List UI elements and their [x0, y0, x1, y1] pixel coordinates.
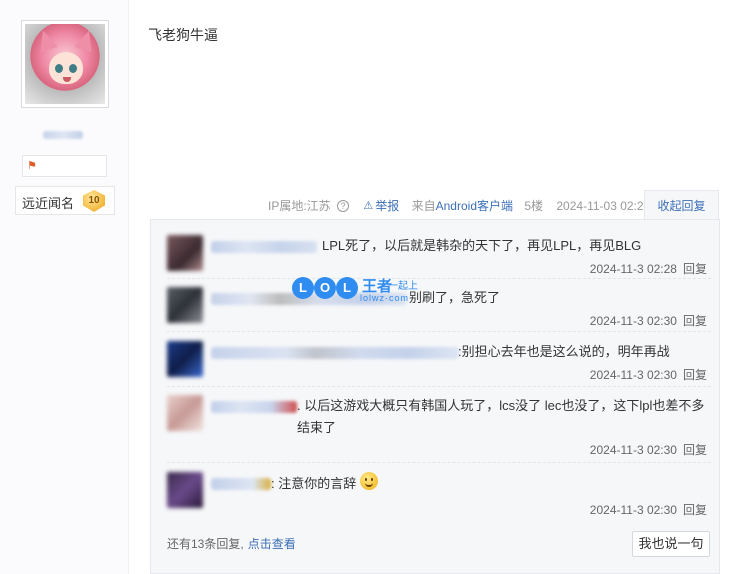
reply-time: 2024-11-3 02:30 — [589, 443, 677, 457]
reply-text: :别担心去年也是这么说的，明年再战 — [458, 344, 670, 359]
reply-text: LPL死了，以后就是韩杂的天下了，再见LPL，再见BLG — [322, 238, 642, 253]
anime-avatar-image — [25, 24, 105, 104]
watermark-letter: L — [336, 277, 358, 299]
smiley-emoji-icon — [360, 472, 379, 490]
user-avatar[interactable] — [167, 395, 203, 431]
ip-location: IP属地:江苏 — [268, 199, 331, 213]
floor-number: 5楼 — [524, 199, 544, 213]
divider — [167, 278, 711, 279]
list-item: . 以后这游戏大概只有韩国人玩了，lcs没了 lec也没了，这下lpl也差不多结… — [167, 395, 711, 458]
reply-time: 2024-11-3 02:28 — [589, 262, 677, 276]
reply-time: 2024-11-3 02:30 — [589, 368, 677, 382]
device-prefix: 来自 — [411, 199, 436, 213]
author-title: 远近闻名 — [22, 196, 75, 211]
user-name-blurred[interactable] — [211, 401, 297, 413]
user-avatar[interactable] — [167, 287, 203, 323]
reply-time: 2024-11-3 02:30 — [589, 314, 677, 328]
collapse-replies-button[interactable]: 收起回复 — [644, 190, 719, 220]
reply-button[interactable]: 回复 — [683, 503, 707, 517]
post-meta: IP属地:江苏 ? ⚠ 举报 来自Android客户端 5楼 2024-11-03… — [268, 197, 650, 214]
author-name-blurred[interactable] — [43, 131, 83, 139]
level-badge-icon: 10 — [83, 190, 105, 212]
reply-footer: 2024-11-3 02:28 回复 — [590, 260, 707, 277]
reply-text: . 以后这游戏大概只有韩国人玩了，lcs没了 lec也没了，这下lpl也差不多结… — [297, 398, 705, 435]
device-source: 来自Android客户端 — [412, 197, 513, 214]
author-title-box[interactable]: 远近闻名 10 — [15, 186, 115, 215]
reply-footer: 2024-11-3 02:30 回复 — [590, 441, 707, 458]
device-link[interactable]: Android客户端 — [436, 197, 513, 214]
watermark-letter: O — [314, 277, 336, 299]
author-column: ⚑ 远近闻名 10 — [0, 0, 129, 574]
post-floor: ⚑ 远近闻名 10 飞老狗牛逼 IP属地:江苏 ? ⚠ 举报 来自Android客… — [0, 0, 736, 574]
author-badge-box[interactable]: ⚑ — [22, 155, 107, 177]
list-item: LPL死了，以后就是韩杂的天下了，再见LPL，再见BLG 2024-11-3 0… — [167, 235, 711, 277]
user-avatar[interactable] — [167, 341, 203, 377]
game-badge-icon: ⚑ — [27, 160, 37, 172]
reply-button[interactable]: 回复 — [683, 443, 707, 457]
reply-button[interactable]: 回复 — [683, 368, 707, 382]
reply-text: : 注意你的言辞 — [271, 472, 379, 495]
post-time: 2024-11-03 02:27 — [556, 198, 651, 213]
watermark-url: lolwz·com — [360, 293, 410, 303]
report-link[interactable]: 举报 — [375, 197, 399, 214]
reply-panel: LPL死了，以后就是韩杂的天下了，再见LPL，再见BLG 2024-11-3 0… — [150, 219, 720, 574]
author-avatar[interactable] — [21, 20, 109, 108]
divider — [167, 462, 711, 463]
user-name-blurred[interactable] — [211, 241, 317, 253]
warning-icon: ⚠ — [363, 200, 374, 212]
list-item: :别担心去年也是这么说的，明年再战 2024-11-3 02:30 回复 — [167, 341, 711, 383]
see-more-link[interactable]: 点击查看 — [248, 537, 296, 551]
user-avatar[interactable] — [167, 235, 203, 271]
reply-button[interactable]: 回复 — [683, 262, 707, 276]
reply-time: 2024-11-3 02:30 — [589, 503, 677, 517]
user-avatar[interactable] — [167, 472, 203, 508]
watermark-logo: L O L 王者 一起上 lolwz·com — [292, 272, 432, 310]
more-replies: 还有13条回复, 点击查看 — [167, 535, 296, 552]
user-name-blurred[interactable] — [211, 478, 271, 490]
watermark-letter: L — [292, 277, 314, 299]
user-name-blurred[interactable] — [211, 347, 459, 359]
add-reply-button[interactable]: 我也说一句 — [632, 531, 710, 557]
help-icon[interactable]: ? — [337, 199, 350, 212]
divider — [167, 386, 711, 387]
reply-footer: 2024-11-3 02:30 回复 — [590, 501, 707, 518]
list-item: : 注意你的言辞 2024-11-3 02:30 回复 — [167, 472, 711, 518]
reply-text-content: : 注意你的言辞 — [271, 476, 357, 491]
list-item: 别刷了，急死了 2024-11-3 02:30 回复 — [167, 287, 711, 329]
more-replies-count: 还有13条回复, — [167, 537, 244, 551]
reply-button[interactable]: 回复 — [683, 314, 707, 328]
watermark-subtitle: 一起上 — [388, 281, 418, 292]
divider — [167, 331, 711, 332]
reply-footer: 2024-11-3 02:30 回复 — [590, 366, 707, 383]
post-content: 飞老狗牛逼 — [148, 27, 218, 43]
reply-footer: 2024-11-3 02:30 回复 — [590, 312, 707, 329]
